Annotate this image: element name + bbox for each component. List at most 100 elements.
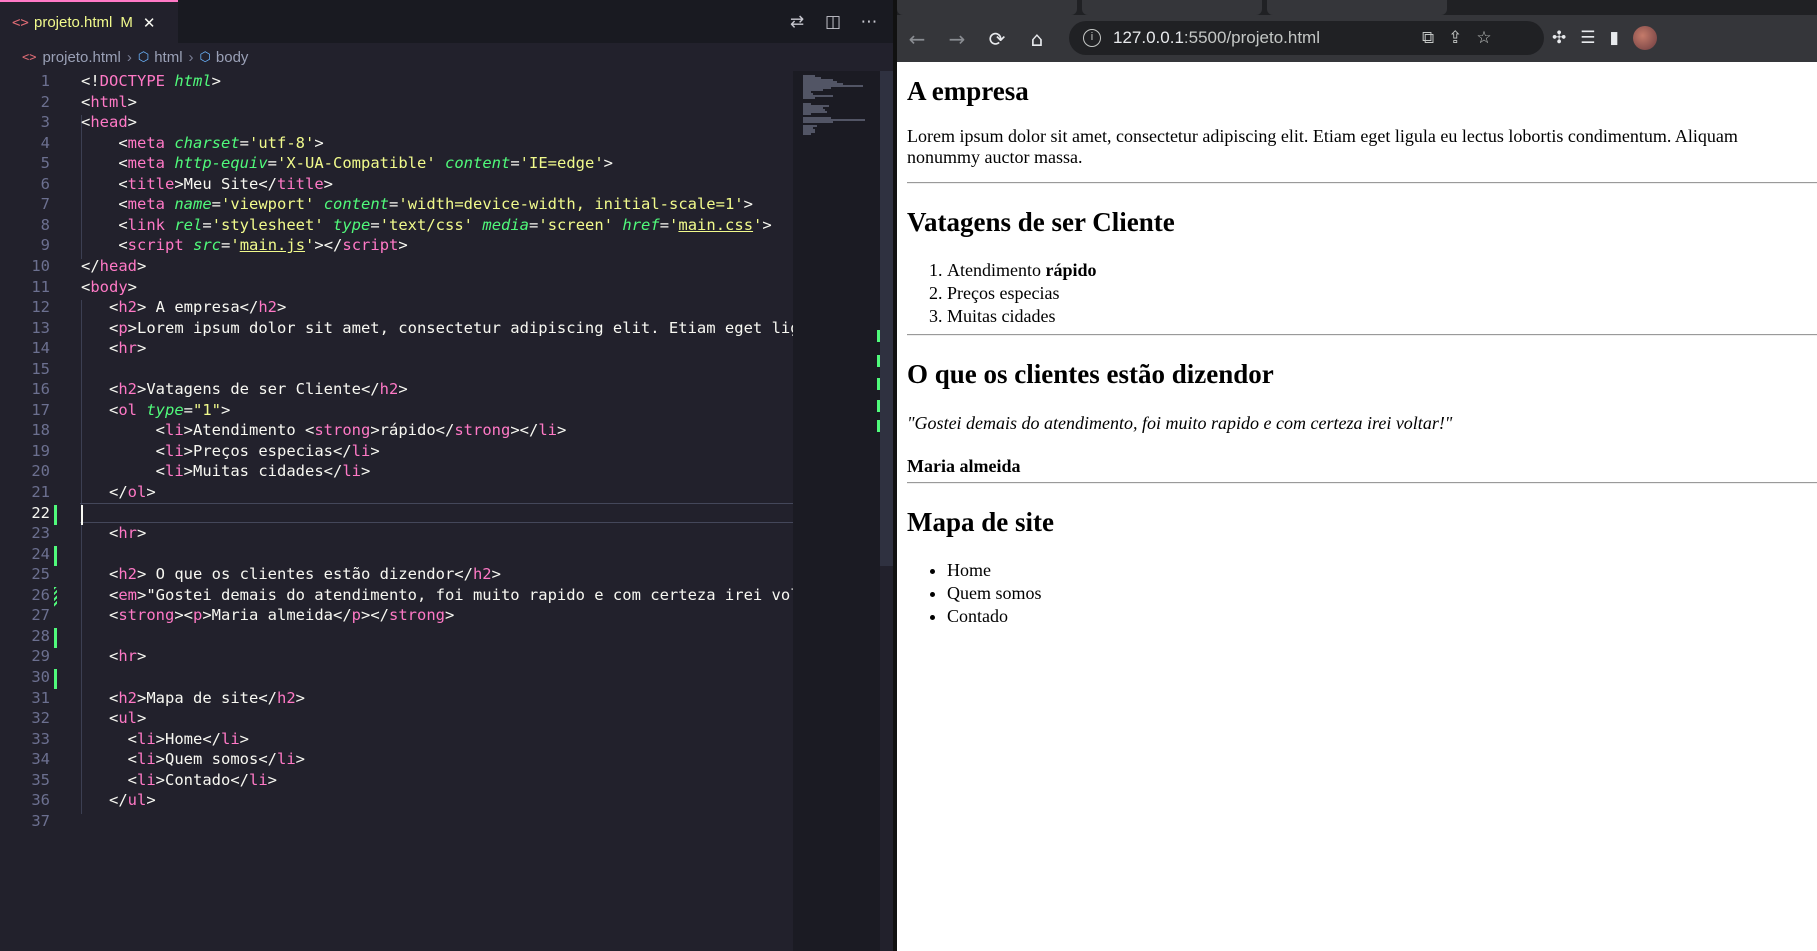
code-line[interactable]: 12 <h2> A empresa</h2> — [0, 297, 793, 318]
breadcrumb-file[interactable]: projeto.html — [42, 49, 120, 66]
browser-window: ← → ⟳ ⌂ i 127.0.0.1:5500/projeto.html ⧉ … — [897, 0, 1817, 951]
line-number: 22 — [31, 503, 50, 522]
split-editor-icon[interactable]: ◫ — [823, 12, 843, 32]
browser-tab[interactable] — [897, 0, 1077, 15]
git-change-marker[interactable] — [54, 545, 57, 566]
code-line[interactable]: 28 — [0, 626, 793, 648]
code-line[interactable]: 6 <title>Meu Site</title> — [0, 174, 793, 195]
more-actions-icon[interactable]: ⋯ — [859, 12, 879, 32]
home-icon[interactable]: ⌂ — [1017, 27, 1057, 51]
editor-tab-projeto[interactable]: <> projeto.html M ✕ — [0, 0, 178, 43]
side-panel-icon[interactable]: ▮ — [1610, 28, 1619, 48]
code-line[interactable]: 9 <script src='main.js'></script> — [0, 235, 793, 256]
url-path: :5500/projeto.html — [1183, 28, 1320, 47]
breadcrumb-body[interactable]: body — [216, 49, 249, 66]
code-text: <p>Lorem ipsum dolor sit amet, consectet… — [81, 318, 793, 337]
code-line[interactable]: 3 <head> — [0, 112, 793, 133]
code-line[interactable]: 21 </ol> — [0, 482, 793, 503]
code-line[interactable]: 5 <meta http-equiv='X-UA-Compatible' con… — [0, 153, 793, 174]
git-change-marker[interactable] — [54, 586, 57, 607]
git-change-marker[interactable] — [54, 668, 57, 689]
code-line[interactable]: 18 <li>Atendimento <strong>rápido</stron… — [0, 420, 793, 441]
code-line[interactable]: 24 — [0, 544, 793, 566]
line-number: 16 — [31, 380, 50, 399]
url-text: 127.0.0.1:5500/projeto.html — [1113, 28, 1320, 48]
editor-scrollbar[interactable] — [880, 71, 893, 566]
code-line[interactable]: 37 — [0, 811, 793, 832]
code-line[interactable]: 19 <li>Preços especias</li> — [0, 441, 793, 462]
back-icon[interactable]: ← — [897, 27, 937, 51]
share-icon[interactable]: ⇪ — [1448, 28, 1462, 48]
code-line[interactable]: 36 </ul> — [0, 790, 793, 811]
heading-a-empresa: A empresa — [907, 76, 1029, 106]
code-line[interactable]: 11 <body> — [0, 277, 793, 298]
code-line[interactable]: 26 <em>"Gostei demais do atendimento, fo… — [0, 585, 793, 607]
line-number: 6 — [40, 174, 50, 193]
code-text: <html> — [81, 92, 138, 111]
minimap-line — [803, 121, 833, 123]
code-line[interactable]: 13 <p>Lorem ipsum dolor sit amet, consec… — [0, 318, 793, 339]
line-number: 4 — [40, 133, 50, 152]
extensions-puzzle-icon[interactable]: ✣ — [1552, 28, 1566, 48]
code-line[interactable]: 20 <li>Muitas cidades</li> — [0, 461, 793, 482]
code-line[interactable]: 10 </head> — [0, 256, 793, 277]
line-number: 23 — [31, 524, 50, 543]
heading-vantagens: Vatagens de ser Cliente — [907, 207, 1175, 237]
translate-icon[interactable]: ⧉ — [1422, 28, 1434, 48]
line-number: 17 — [31, 400, 50, 419]
html-file-icon: <> — [12, 14, 29, 31]
code-line[interactable]: 32 <ul> — [0, 708, 793, 729]
code-line[interactable]: 15 — [0, 359, 793, 380]
code-text: <h2> O que os clientes estão dizendor</h… — [81, 565, 501, 584]
reload-icon[interactable]: ⟳ — [977, 27, 1017, 51]
code-line[interactable]: 17 <ol type="1"> — [0, 400, 793, 421]
tab-modified-badge: M — [120, 14, 133, 31]
code-line[interactable]: 7 <meta name='viewport' content='width=d… — [0, 194, 793, 215]
line-number: 24 — [31, 544, 50, 563]
browser-tab[interactable] — [1082, 0, 1262, 15]
browser-tab[interactable] — [1267, 0, 1447, 15]
forward-icon[interactable]: → — [937, 27, 977, 51]
code-line[interactable]: 16 <h2>Vatagens de ser Cliente</h2> — [0, 379, 793, 400]
code-line[interactable]: 31 <h2>Mapa de site</h2> — [0, 688, 793, 709]
testimonial-quote: "Gostei demais do atendimento, foi muito… — [907, 413, 1453, 433]
code-line[interactable]: 1 <!DOCTYPE html> — [0, 71, 793, 92]
bookmark-star-icon[interactable]: ☆ — [1476, 28, 1491, 48]
code-line[interactable]: 14 <hr> — [0, 338, 793, 359]
compare-changes-icon[interactable]: ⇄ — [787, 12, 807, 32]
code-line[interactable]: 25 <h2> O que os clientes estão dizendor… — [0, 564, 793, 585]
reading-list-icon[interactable]: ☰ — [1580, 28, 1595, 48]
code-line[interactable]: 8 <link rel='stylesheet' type='text/css'… — [0, 215, 793, 236]
minimap-line — [803, 133, 811, 135]
chevron-right-icon: › — [126, 48, 132, 66]
code-line[interactable]: 33 <li>Home</li> — [0, 729, 793, 750]
code-line[interactable]: 30 — [0, 667, 793, 689]
list-item-text: Atendimento — [947, 260, 1046, 280]
line-number: 15 — [31, 359, 50, 378]
code-line[interactable]: 35 <li>Contado</li> — [0, 770, 793, 791]
code-text: <li>Atendimento <strong>rápido</strong><… — [81, 421, 567, 440]
code-line[interactable]: 2 <html> — [0, 92, 793, 113]
code-line[interactable]: 23 <hr> — [0, 523, 793, 544]
line-number: 33 — [31, 729, 50, 748]
code-line[interactable]: 27 <strong><p>Maria almeida</p></strong> — [0, 605, 793, 626]
minimap[interactable] — [793, 71, 880, 951]
code-line[interactable]: 22 — [0, 502, 793, 525]
code-line[interactable]: 4 <meta charset='utf-8'> — [0, 133, 793, 154]
code-area[interactable]: 1 <!DOCTYPE html> 2 <html> 3 <head> 4 <meta ch… — [0, 71, 793, 951]
site-info-icon[interactable]: i — [1083, 29, 1101, 47]
git-change-marker[interactable] — [54, 627, 57, 648]
list-item: Quem somos — [947, 582, 1042, 605]
chevron-right-icon: › — [188, 48, 194, 66]
git-change-marker[interactable] — [54, 504, 57, 525]
lorem-paragraph-line2: nonummy auctor massa. — [907, 147, 1083, 167]
line-number: 21 — [31, 483, 50, 501]
breadcrumb-html[interactable]: html — [154, 49, 182, 66]
code-line[interactable]: 29 <hr> — [0, 646, 793, 667]
avatar[interactable] — [1632, 26, 1657, 50]
code-text: </ol> — [81, 483, 156, 501]
close-icon[interactable]: ✕ — [143, 14, 156, 32]
testimonial-author: Maria almeida — [907, 456, 1021, 476]
code-text: <ul> — [81, 709, 147, 728]
code-line[interactable]: 34 <li>Quem somos</li> — [0, 749, 793, 770]
